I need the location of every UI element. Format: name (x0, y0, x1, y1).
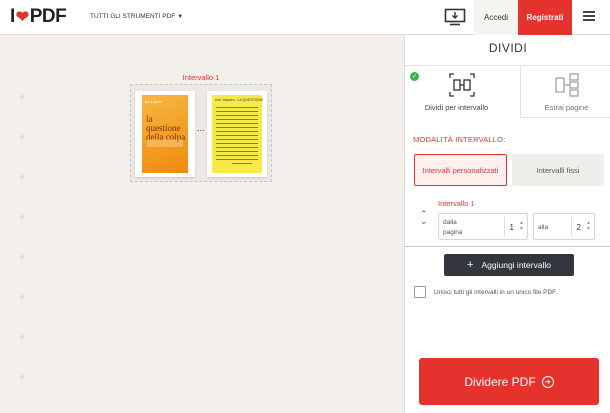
book-cover-image: Ira Lupes la questione della colpa (142, 95, 188, 173)
extract-pages-option[interactable]: Estrai pagine (520, 66, 610, 118)
reorder-icon[interactable]: ⌃ ⌄ (420, 210, 428, 226)
to-page-label: alla (538, 224, 549, 231)
from-page-value[interactable]: 1 (510, 223, 514, 232)
ilovepdf-logo[interactable]: I ❤ PDF (10, 6, 67, 27)
all-tools-label: TUTTI GLI STRUMENTI PDF (90, 13, 176, 20)
all-tools-menu[interactable]: TUTTI GLI STRUMENTI PDF ▼ (90, 13, 183, 20)
register-button[interactable]: Registrati (518, 0, 572, 35)
to-page-field[interactable]: alla 2 ▲ ▼ (533, 213, 595, 240)
from-page-field[interactable]: dalla pagina 1 ▲ ▼ (438, 213, 528, 240)
interval-label: Intervallo 1 (438, 199, 475, 208)
desktop-download-button[interactable] (444, 8, 466, 26)
top-header: I ❤ PDF TUTTI GLI STRUMENTI PDF ▼ Accedi… (0, 0, 610, 35)
page-header-text: Karl Jaspers - LA QUESTIONE (215, 98, 264, 102)
heart-icon: ❤ (15, 9, 29, 26)
page-thumbnail-first[interactable]: Ira Lupes la questione della colpa (135, 91, 195, 177)
stepper-icon[interactable]: ▲ ▼ (586, 220, 591, 232)
hamburger-menu-icon[interactable] (583, 11, 595, 21)
logo-text: PDF (29, 6, 67, 27)
split-pdf-button[interactable]: Dividere PDF ➜ (419, 358, 599, 405)
check-icon: ✓ (410, 72, 419, 81)
range-mode-label: MODALITÀ INTERVALLO: (413, 135, 506, 144)
caret-down-icon: ▼ (177, 13, 184, 20)
range-label: Intervallo 1 (182, 73, 220, 82)
split-by-range-option[interactable]: ✓ Dividi per intervallo (405, 66, 508, 118)
login-button[interactable]: Accedi (474, 0, 518, 35)
plus-icon: + (467, 259, 474, 271)
desktop-download-icon (444, 8, 466, 26)
range-preview[interactable]: Ira Lupes la questione della colpa ... K… (130, 84, 272, 182)
sidebar-title: DIVIDI (488, 41, 528, 55)
split-range-icon (449, 73, 475, 97)
split-pdf-label: Dividere PDF (464, 374, 536, 389)
from-page-label: dalla pagina (443, 219, 463, 236)
options-sidebar: DIVIDI ✓ Dividi per intervallo Estrai pa… (404, 35, 610, 413)
logo-letter: I (10, 6, 15, 27)
custom-ranges-button[interactable]: Intervalli personalizzati (414, 154, 507, 186)
extract-pages-icon (555, 73, 579, 97)
merge-ranges-option[interactable]: Unisci tutti gli intervalli in un unico … (414, 286, 557, 298)
merge-checkbox[interactable] (414, 286, 426, 298)
to-page-value[interactable]: 2 (577, 223, 581, 232)
page-thumbnail-last[interactable]: Karl Jaspers - LA QUESTIONE (207, 91, 267, 177)
fixed-ranges-button[interactable]: Intervalli fissi (512, 154, 604, 186)
cover-title: la questione della colpa (146, 114, 186, 142)
merge-label: Unisci tutti gli intervalli in un unico … (434, 288, 558, 296)
text-page-image: Karl Jaspers - LA QUESTIONE (212, 95, 264, 173)
add-range-button[interactable]: + Aggiungi intervallo (444, 254, 574, 276)
split-by-range-label: Dividi per intervallo (424, 103, 489, 112)
stepper-icon[interactable]: ▲ ▼ (519, 220, 524, 232)
cover-author: Ira Lupes (145, 99, 162, 104)
ellipsis-text: ... (197, 123, 205, 133)
add-range-label: Aggiungi intervallo (481, 260, 551, 270)
arrow-right-icon: ➜ (541, 375, 554, 388)
divider (405, 246, 610, 247)
background-dots (19, 94, 25, 413)
extract-pages-label: Estrai pagine (544, 103, 589, 112)
